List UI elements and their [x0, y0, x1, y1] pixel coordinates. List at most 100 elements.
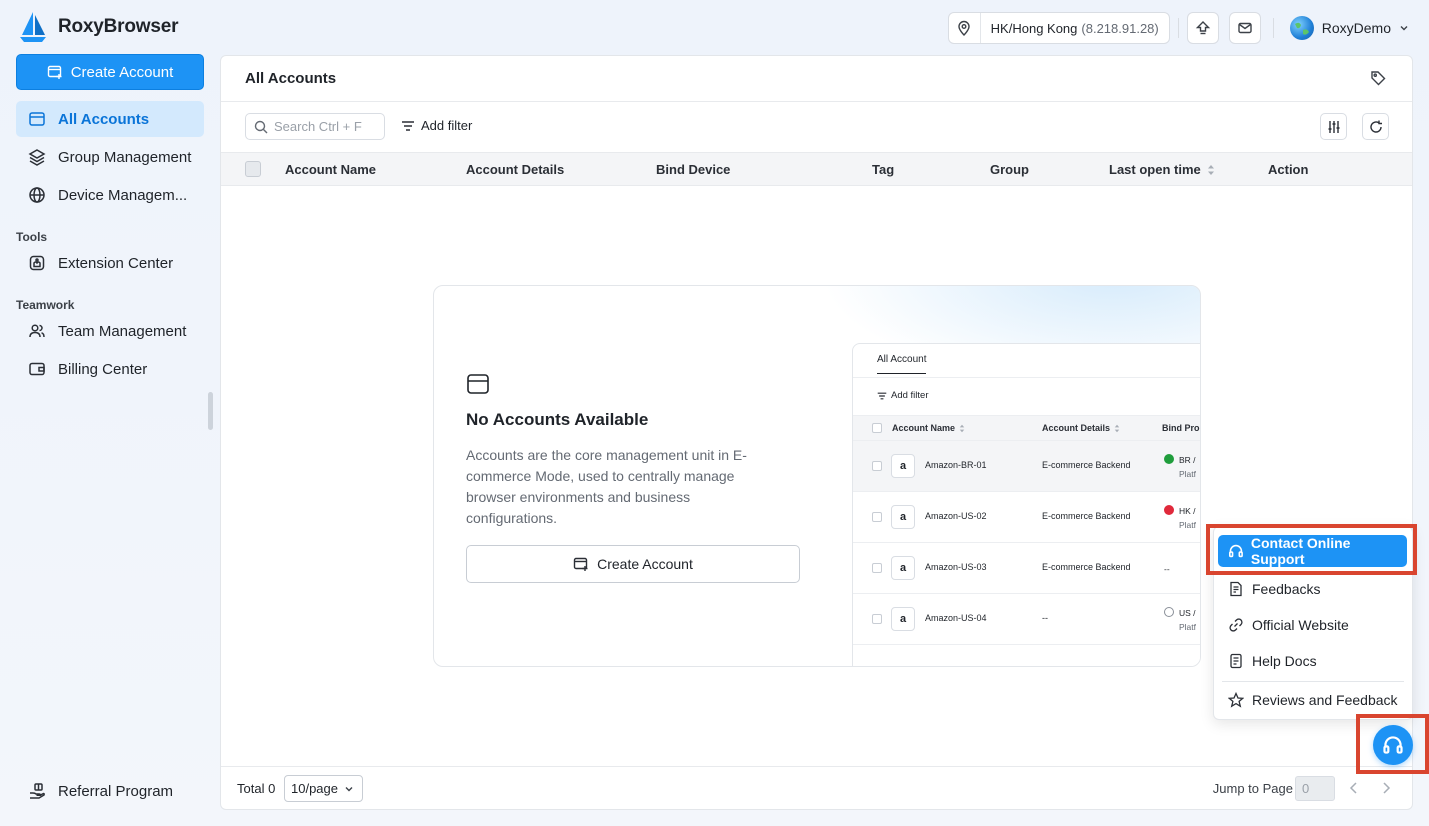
ip-location-box[interactable]: HK/Hong Kong (8.218.91.28) — [947, 12, 1170, 44]
globe-icon — [29, 187, 45, 203]
menu-item-label: Help Docs — [1252, 653, 1317, 669]
page-size-select[interactable]: 10/page — [284, 775, 363, 802]
amazon-logo-icon: a — [891, 505, 915, 529]
upload-button[interactable] — [1186, 12, 1219, 44]
preview-checkbox — [872, 461, 882, 471]
refresh-icon — [1369, 120, 1382, 133]
search-input[interactable] — [274, 119, 374, 134]
search-icon — [254, 120, 268, 133]
hong-kong-flag-icon — [1164, 505, 1174, 515]
browser-window-icon — [29, 112, 45, 126]
empty-state-card: No Accounts Available Accounts are the c… — [433, 285, 1201, 667]
add-window-icon — [573, 557, 588, 571]
sidebar-item-referral-program[interactable]: Referral Program — [16, 773, 204, 809]
sidebar-scrollbar[interactable] — [208, 392, 213, 430]
user-menu[interactable]: RoxyDemo — [1289, 16, 1409, 40]
footer-divider — [221, 766, 1412, 767]
tag-icon — [1371, 71, 1386, 86]
amazon-logo-icon: a — [891, 607, 915, 631]
empty-create-account-button[interactable]: Create Account — [466, 545, 800, 583]
wallet-icon — [29, 362, 45, 376]
add-filter-label: Add filter — [421, 118, 473, 133]
sidebar-item-team-management[interactable]: Team Management — [16, 313, 204, 349]
create-account-label: Create Account — [70, 63, 174, 81]
preview-account-details: E-commerce Backend — [1042, 460, 1131, 470]
puzzle-icon — [29, 255, 45, 271]
ip-address: (8.218.91.28) — [1081, 20, 1159, 36]
sort-icon — [1207, 164, 1214, 175]
preview-bind-label: -- — [1164, 564, 1170, 574]
page-title: All Accounts — [245, 70, 337, 87]
preview-bind: -- — [1164, 562, 1170, 576]
refresh-button[interactable] — [1362, 113, 1389, 140]
upload-icon — [1195, 21, 1210, 35]
filter-icon — [402, 120, 414, 131]
sort-icon — [959, 424, 965, 432]
preview-bind: US / Platf — [1164, 606, 1196, 634]
create-account-button[interactable]: Create Account — [16, 54, 204, 90]
preview-column-label: Account Name — [892, 423, 956, 433]
preview-filter: Add filter — [877, 390, 929, 401]
column-header-group: Group — [990, 162, 1029, 177]
menu-item-reviews-and-feedback[interactable]: Reviews and Feedback — [1214, 683, 1412, 717]
amazon-logo-icon: a — [891, 454, 915, 478]
preview-account-name: Amazon-US-02 — [925, 511, 987, 521]
preview-tab: All Account — [877, 354, 927, 374]
menu-item-label: Reviews and Feedback — [1252, 692, 1398, 708]
empty-create-label: Create Account — [597, 556, 693, 572]
tag-button[interactable] — [1370, 70, 1386, 86]
column-header-bind-device: Bind Device — [656, 162, 731, 177]
sidebar-item-label: Device Managem... — [58, 186, 188, 204]
sidebar-item-extension-center[interactable]: Extension Center — [16, 245, 204, 281]
contact-online-support-button[interactable]: Contact Online Support — [1218, 535, 1407, 567]
previous-page-button[interactable] — [1348, 781, 1360, 795]
preview-bind-label: BR / — [1179, 455, 1196, 465]
preview-bind-sub: Platf — [1179, 622, 1197, 632]
search-box[interactable] — [245, 113, 385, 140]
menu-divider — [1222, 681, 1404, 682]
filter-icon — [877, 392, 887, 399]
topbar-divider — [1177, 18, 1179, 38]
menu-item-official-website[interactable]: Official Website — [1214, 608, 1412, 642]
sidebar-item-group-management[interactable]: Group Management — [16, 139, 204, 175]
jump-to-page-input[interactable]: 0 — [1295, 776, 1335, 801]
chevron-down-icon — [1400, 26, 1408, 31]
sidebar-item-device-management[interactable]: Device Managem... — [16, 177, 204, 213]
preview-illustration: All Account Add filter Account Name Acco… — [852, 343, 1200, 666]
preview-table-header: Account Name Account Details Bind Pro — [853, 415, 1200, 441]
gift-hand-icon — [30, 783, 45, 799]
preview-bind: BR / Platf — [1164, 453, 1196, 481]
column-header-tag: Tag — [872, 162, 895, 177]
next-page-button[interactable] — [1380, 781, 1392, 795]
app-name: RoxyBrowser — [58, 16, 179, 37]
add-filter-button[interactable]: Add filter — [401, 118, 472, 133]
menu-item-feedbacks[interactable]: Feedbacks — [1214, 572, 1412, 606]
menu-item-help-docs[interactable]: Help Docs — [1214, 644, 1412, 678]
chevron-down-icon — [345, 786, 353, 791]
section-label-tools: Tools — [16, 230, 48, 244]
headset-icon — [1228, 544, 1243, 558]
column-header-account-details: Account Details — [466, 162, 565, 177]
preview-checkbox — [872, 563, 882, 573]
preview-bind-label: US / — [1179, 608, 1196, 618]
topbar-actions: HK/Hong Kong (8.218.91.28) RoxyDemo — [947, 12, 1409, 44]
total-count: Total 0 — [237, 781, 276, 796]
column-settings-button[interactable] — [1320, 113, 1347, 140]
support-float-button[interactable] — [1373, 725, 1413, 765]
preview-checkbox — [872, 423, 882, 433]
jump-to-page-label: Jump to Page — [1212, 781, 1293, 796]
sidebar-item-billing-center[interactable]: Billing Center — [16, 351, 204, 387]
sidebar-item-all-accounts[interactable]: All Accounts — [16, 101, 204, 137]
preview-table-row: a Amazon-US-02 E-commerce Backend HK / P… — [853, 492, 1200, 543]
select-all-checkbox[interactable] — [245, 161, 261, 177]
ip-region: HK/Hong Kong — [990, 20, 1078, 36]
section-label-teamwork: Teamwork — [16, 298, 75, 312]
sidebar-item-label: Billing Center — [58, 360, 148, 378]
table-header: Account Name Account Details Bind Device… — [221, 152, 1412, 186]
empty-description: Accounts are the core management unit in… — [466, 447, 747, 526]
sliders-icon — [1328, 120, 1339, 133]
chevron-right-icon — [1383, 782, 1391, 794]
mail-button[interactable] — [1228, 12, 1261, 44]
preview-table-row: a Amazon-US-03 E-commerce Backend -- — [853, 543, 1200, 594]
column-header-last-open-time[interactable]: Last open time — [1109, 162, 1215, 177]
